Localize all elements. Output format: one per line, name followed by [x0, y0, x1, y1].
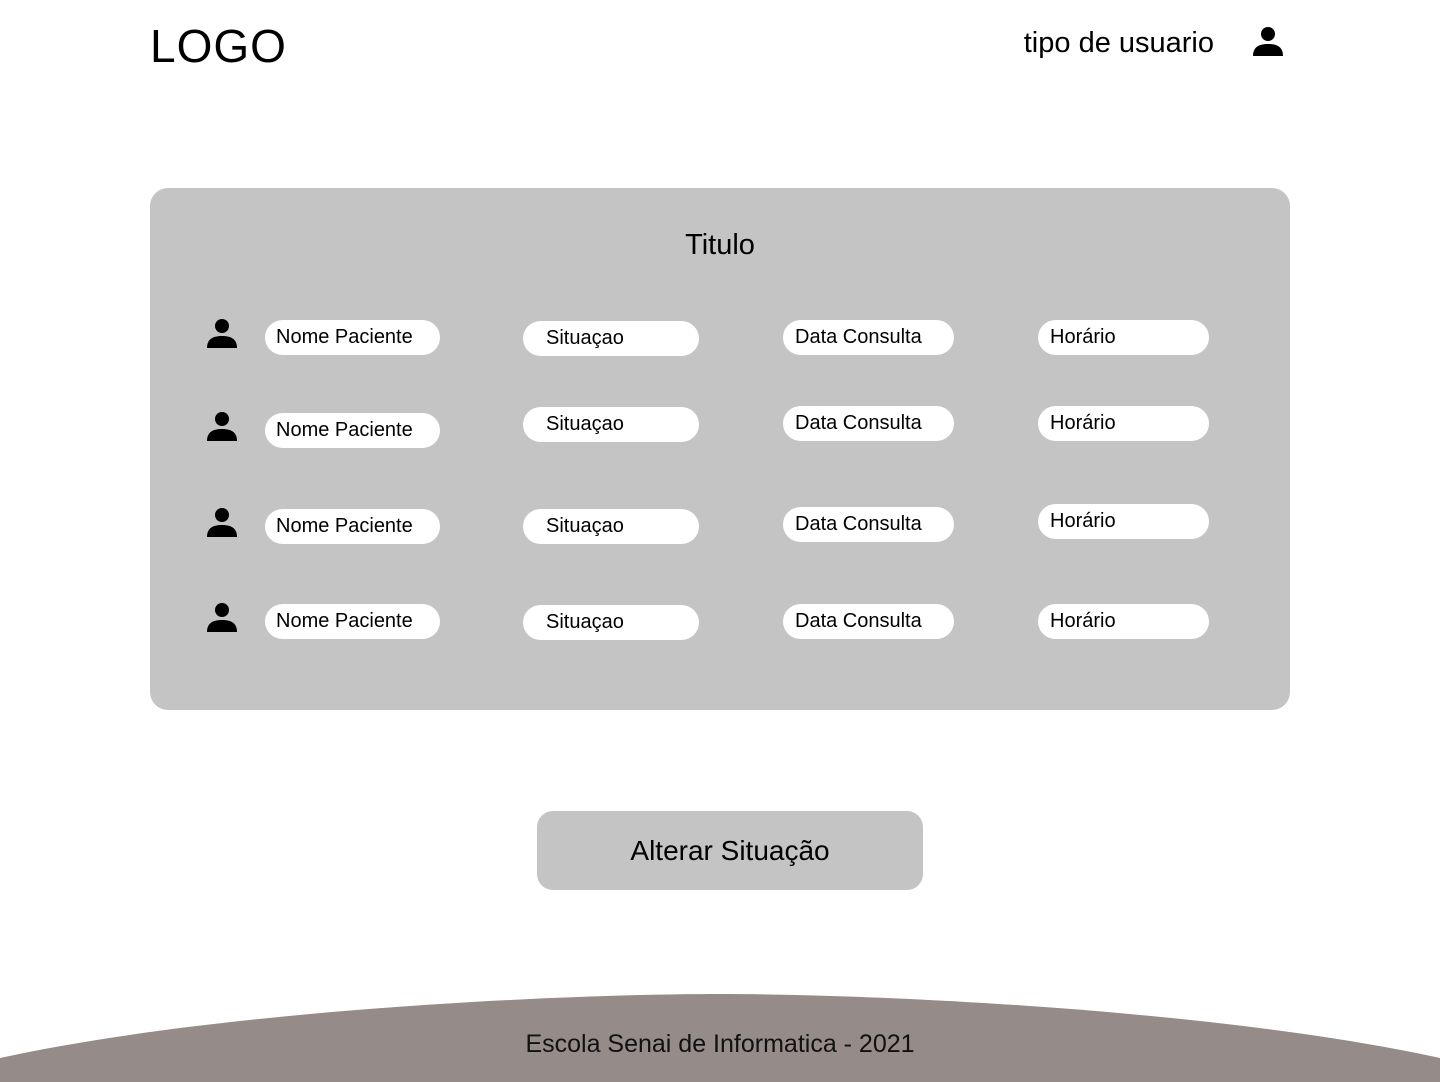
user-type-label: tipo de usuario [1023, 27, 1214, 59]
patient-user-icon [207, 508, 237, 537]
logo: LOGO [150, 20, 287, 72]
appointment-time-field[interactable]: Horário [1038, 604, 1209, 639]
user-icon[interactable] [1250, 24, 1286, 60]
footer-text: Escola Senai de Informatica - 2021 [525, 1030, 915, 1058]
patient-user-icon [207, 412, 237, 441]
status-field[interactable]: Situaçao [523, 509, 699, 544]
patient-name-field[interactable]: Nome Paciente [265, 509, 440, 544]
appointment-date-field[interactable]: Data Consulta [783, 406, 954, 441]
appointment-time-field[interactable]: Horário [1038, 406, 1209, 441]
appointment-date-field[interactable]: Data Consulta [783, 604, 954, 639]
status-field[interactable]: Situaçao [523, 605, 699, 640]
patient-name-field[interactable]: Nome Paciente [265, 320, 440, 355]
status-field[interactable]: Situaçao [523, 407, 699, 442]
change-status-button[interactable]: Alterar Situação [537, 811, 923, 890]
appointment-date-field[interactable]: Data Consulta [783, 507, 954, 542]
appointment-time-field[interactable]: Horário [1038, 504, 1209, 539]
appointment-time-field[interactable]: Horário [1038, 320, 1209, 355]
card-title: Titulo [685, 229, 755, 261]
patient-user-icon [207, 603, 237, 632]
patient-name-field[interactable]: Nome Paciente [265, 413, 440, 448]
patient-user-icon [207, 319, 237, 348]
appointment-date-field[interactable]: Data Consulta [783, 320, 954, 355]
patient-name-field[interactable]: Nome Paciente [265, 604, 440, 639]
status-field[interactable]: Situaçao [523, 321, 699, 356]
